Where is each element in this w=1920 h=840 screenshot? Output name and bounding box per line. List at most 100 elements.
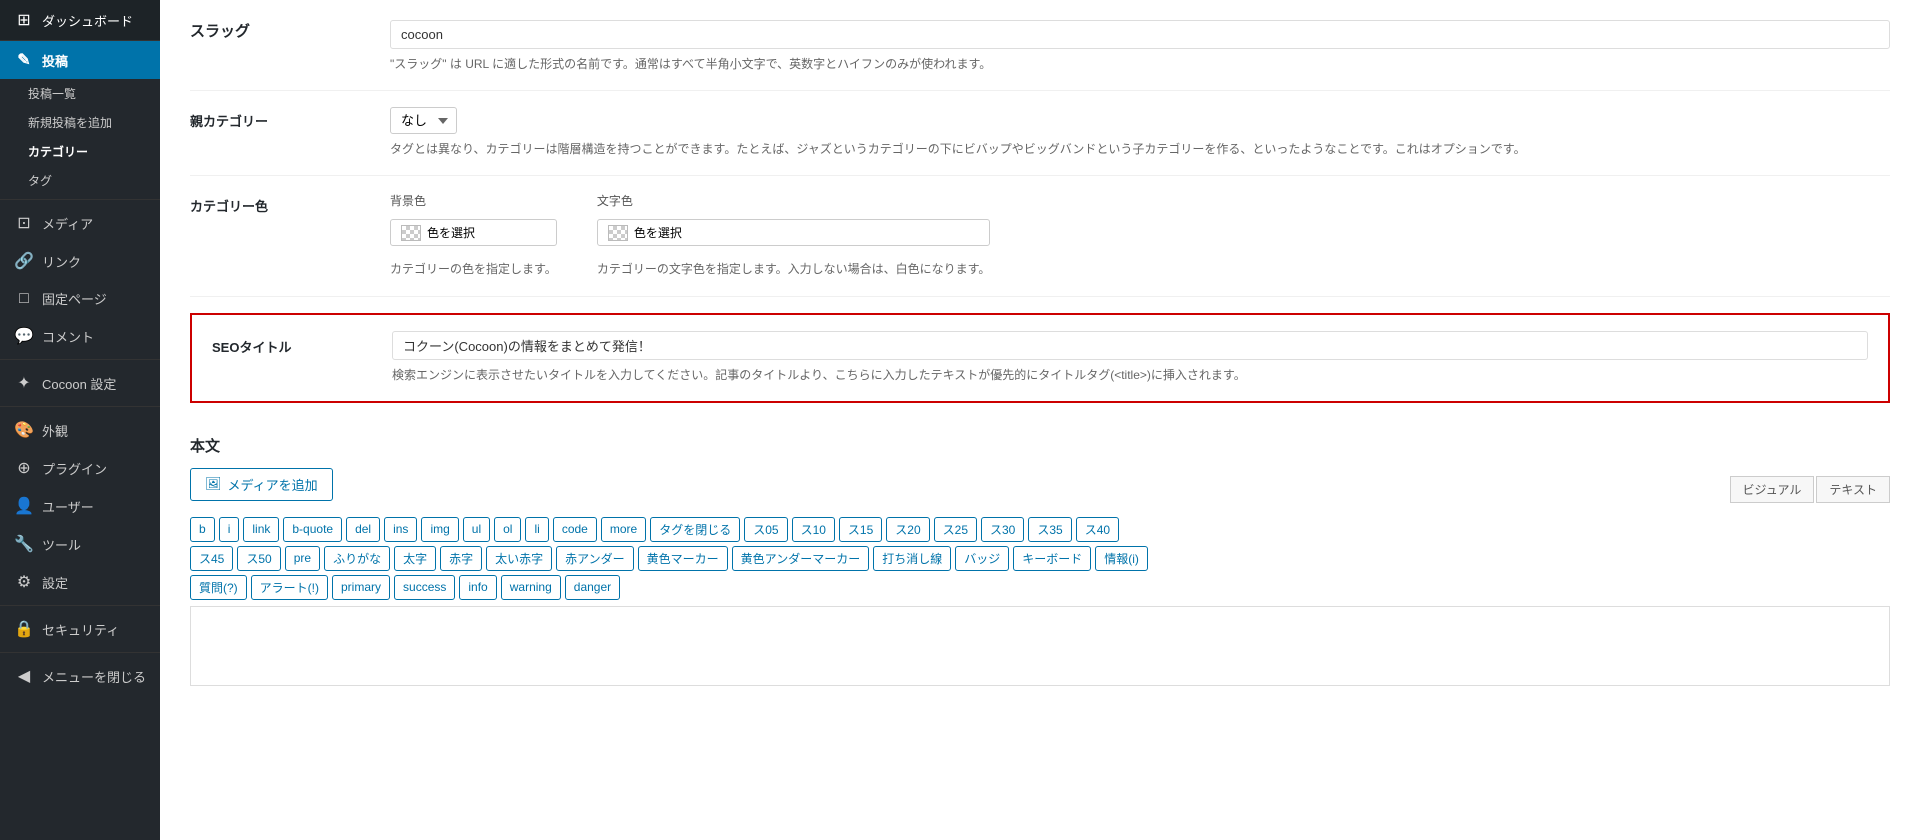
- sidebar-item-close-menu[interactable]: ◀ メニューを閉じる: [0, 657, 160, 695]
- tag-button-ス10[interactable]: ス10: [792, 517, 835, 542]
- sidebar-divider-1: [0, 199, 160, 200]
- tag-button-pre[interactable]: pre: [285, 546, 320, 571]
- bg-color-btn-label: 色を選択: [427, 224, 475, 241]
- editor-area[interactable]: [190, 606, 1890, 686]
- tag-button-primary[interactable]: primary: [332, 575, 390, 600]
- seo-label: SEOタイトル: [212, 331, 372, 356]
- tag-button-warning[interactable]: warning: [501, 575, 561, 600]
- visual-view-button[interactable]: ビジュアル: [1730, 476, 1815, 503]
- tag-button-黄色マーカー[interactable]: 黄色マーカー: [638, 546, 728, 571]
- seo-title-input[interactable]: [392, 331, 1868, 360]
- sidebar-item-posts-new[interactable]: 新規投稿を追加: [0, 108, 160, 137]
- text-color-swatch: [608, 225, 628, 241]
- bg-color-button[interactable]: 色を選択: [390, 219, 557, 246]
- bg-color-label: 背景色: [390, 192, 557, 209]
- tag-button-ス05[interactable]: ス05: [744, 517, 787, 542]
- sidebar-item-media[interactable]: ⊡ メディア: [0, 204, 160, 242]
- tag-button-情報(i)[interactable]: 情報(i): [1095, 546, 1148, 571]
- body-label: 本文: [190, 435, 1890, 456]
- text-color-btn-label: 色を選択: [634, 224, 682, 241]
- seo-inner: SEOタイトル 検索エンジンに表示させたいタイトルを入力してください。記事のタイ…: [212, 331, 1868, 385]
- dashboard-menu-item[interactable]: ⊞ ダッシュボード: [0, 0, 160, 41]
- tag-button-i[interactable]: i: [219, 517, 240, 542]
- sidebar-item-plugins[interactable]: ⊕ プラグイン: [0, 449, 160, 487]
- tag-button-more[interactable]: more: [601, 517, 646, 542]
- slug-label: スラッグ: [190, 20, 370, 41]
- tag-button-ins[interactable]: ins: [384, 517, 417, 542]
- tag-button-ス30[interactable]: ス30: [981, 517, 1024, 542]
- appearance-icon: 🎨: [14, 420, 34, 440]
- tag-button-黄色アンダーマーカー[interactable]: 黄色アンダーマーカー: [732, 546, 870, 571]
- sidebar-item-appearance[interactable]: 🎨 外観: [0, 411, 160, 449]
- tag-button-ス15[interactable]: ス15: [839, 517, 882, 542]
- sidebar-item-categories[interactable]: カテゴリー: [0, 137, 160, 166]
- pages-icon: □: [14, 290, 34, 308]
- tag-button-ス20[interactable]: ス20: [886, 517, 929, 542]
- sidebar-item-pages[interactable]: □ 固定ページ: [0, 280, 160, 317]
- text-color-description: カテゴリーの文字色を指定します。入力しない場合は、白色になります。: [597, 260, 991, 279]
- tag-button-li[interactable]: li: [525, 517, 548, 542]
- tag-button-code[interactable]: code: [553, 517, 597, 542]
- tag-button-赤字[interactable]: 赤字: [440, 546, 482, 571]
- sidebar-item-comments[interactable]: 💬 コメント: [0, 317, 160, 355]
- media-add-label: メディアを追加: [228, 475, 318, 494]
- slug-section: スラッグ "スラッグ" は URL に適した形式の名前です。通常はすべて半角小文…: [190, 20, 1890, 91]
- tag-button-ス40[interactable]: ス40: [1076, 517, 1119, 542]
- tag-button-info[interactable]: info: [459, 575, 496, 600]
- comments-icon: 💬: [14, 326, 34, 346]
- sidebar-item-cocoon[interactable]: ✦ Cocoon 設定: [0, 364, 160, 402]
- tag-button-link[interactable]: link: [243, 517, 279, 542]
- sidebar-item-posts-list[interactable]: 投稿一覧: [0, 79, 160, 108]
- tag-button-img[interactable]: img: [421, 517, 458, 542]
- plugins-icon: ⊕: [14, 458, 34, 478]
- tag-button-success[interactable]: success: [394, 575, 455, 600]
- sidebar-item-security[interactable]: 🔒 セキュリティ: [0, 610, 160, 648]
- settings-icon: ⚙: [14, 572, 34, 592]
- tag-button-b[interactable]: b: [190, 517, 215, 542]
- seo-description: 検索エンジンに表示させたいタイトルを入力してください。記事のタイトルより、こちら…: [392, 366, 1868, 385]
- sidebar-item-settings[interactable]: ⚙ 設定: [0, 563, 160, 601]
- tag-button-del[interactable]: del: [346, 517, 380, 542]
- tag-button-タグを閉じる[interactable]: タグを閉じる: [650, 517, 740, 542]
- tag-button-ス45[interactable]: ス45: [190, 546, 233, 571]
- tag-button-質問(?)[interactable]: 質問(?): [190, 575, 247, 600]
- sidebar-item-posts[interactable]: ✎ 投稿: [0, 41, 160, 79]
- tag-button-ol[interactable]: ol: [494, 517, 521, 542]
- slug-description: "スラッグ" は URL に適した形式の名前です。通常はすべて半角小文字で、英数…: [390, 55, 1890, 74]
- links-icon: 🔗: [14, 251, 34, 271]
- tag-button-バッジ[interactable]: バッジ: [955, 546, 1009, 571]
- tag-button-太い赤字[interactable]: 太い赤字: [486, 546, 552, 571]
- parent-category-description: タグとは異なり、カテゴリーは階層構造を持つことができます。たとえば、ジャズという…: [390, 140, 1890, 159]
- text-view-button[interactable]: テキスト: [1816, 476, 1890, 503]
- text-color-button[interactable]: 色を選択: [597, 219, 991, 246]
- seo-content: 検索エンジンに表示させたいタイトルを入力してください。記事のタイトルより、こちら…: [392, 331, 1868, 385]
- slug-content: "スラッグ" は URL に適した形式の名前です。通常はすべて半角小文字で、英数…: [390, 20, 1890, 74]
- parent-category-label: 親カテゴリー: [190, 107, 370, 130]
- tag-button-b-quote[interactable]: b-quote: [283, 517, 342, 542]
- tag-button-danger[interactable]: danger: [565, 575, 620, 600]
- view-toggle: ビジュアル テキスト: [1730, 476, 1890, 503]
- tag-button-太字[interactable]: 太字: [394, 546, 436, 571]
- posts-icon: ✎: [14, 50, 34, 70]
- parent-category-select[interactable]: なし: [390, 107, 457, 134]
- sidebar-item-tools[interactable]: 🔧 ツール: [0, 525, 160, 563]
- sidebar-item-users[interactable]: 👤 ユーザー: [0, 487, 160, 525]
- tag-button-打ち消し線[interactable]: 打ち消し線: [873, 546, 951, 571]
- sidebar-item-tags[interactable]: タグ: [0, 166, 160, 195]
- color-section: 背景色 色を選択 カテゴリーの色を指定します。 文字色 色を選択: [390, 192, 1890, 279]
- users-icon: 👤: [14, 496, 34, 516]
- tag-button-アラート(!)[interactable]: アラート(!): [251, 575, 328, 600]
- tag-button-ふりがな[interactable]: ふりがな: [324, 546, 390, 571]
- tag-button-ス50[interactable]: ス50: [237, 546, 280, 571]
- tag-button-赤アンダー[interactable]: 赤アンダー: [556, 546, 634, 571]
- tag-button-キーボード[interactable]: キーボード: [1013, 546, 1091, 571]
- tag-button-ul[interactable]: ul: [463, 517, 490, 542]
- tag-button-ス35[interactable]: ス35: [1028, 517, 1071, 542]
- media-icon: ⊡: [14, 213, 34, 233]
- body-section: 本文 🖼 メディアを追加 ビジュアル テキスト bilinkb-quotedel…: [190, 419, 1890, 702]
- media-add-button[interactable]: 🖼 メディアを追加: [190, 468, 333, 501]
- slug-input[interactable]: [390, 20, 1890, 49]
- tag-button-ス25[interactable]: ス25: [934, 517, 977, 542]
- sidebar-item-links[interactable]: 🔗 リンク: [0, 242, 160, 280]
- sidebar: ⊞ ダッシュボード ✎ 投稿 投稿一覧 新規投稿を追加 カテゴリー タグ ⊡ メ…: [0, 0, 160, 840]
